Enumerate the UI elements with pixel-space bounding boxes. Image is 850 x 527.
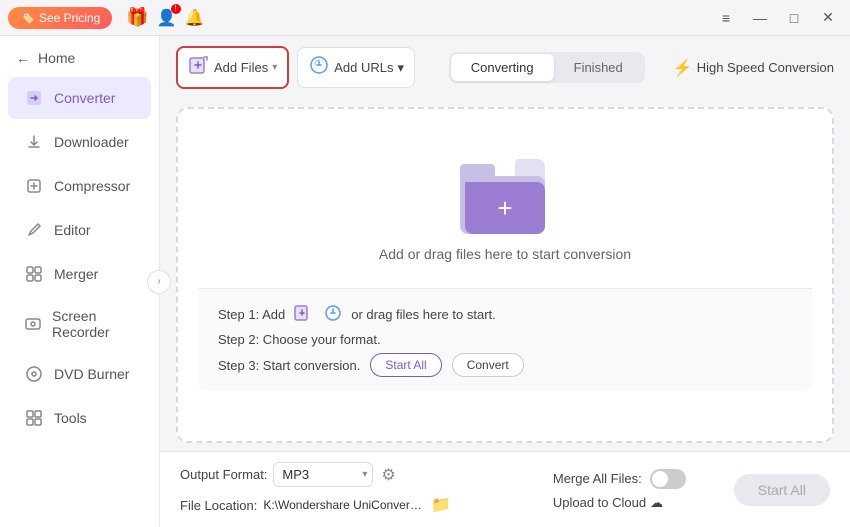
drop-area-container: + Add or drag files here to start conver… [160,99,850,451]
merge-all-toggle[interactable] [650,469,686,489]
add-file-chevron-icon: ▾ [272,62,277,73]
step3-row: Step 3: Start conversion. Start All Conv… [218,353,792,377]
tools-label: Tools [54,410,87,426]
step2-row: Step 2: Choose your format. [218,332,792,347]
step1-url-icon [323,303,343,326]
file-location-value: K:\Wondershare UniConverter 1 [263,498,423,512]
step3-start-all-button[interactable]: Start All [370,353,441,377]
drop-label: Add or drag files here to start conversi… [379,246,631,262]
drop-visual: + Add or drag files here to start conver… [379,159,631,278]
upload-cloud-button[interactable]: Upload to Cloud ☁ [553,495,686,511]
screen-recorder-icon [24,314,42,334]
converter-icon [24,88,44,108]
add-file-icon [188,54,210,81]
pricing-icon: 🏷️ [20,11,35,25]
main-content: Add Files ▾ Add URLs ▾ Converting [160,36,850,527]
upload-cloud-label: Upload to Cloud [553,495,646,510]
sidebar-item-editor[interactable]: Editor [8,209,151,251]
sidebar-item-converter[interactable]: Converter [8,77,151,119]
user-icon[interactable]: 👤! [157,8,177,28]
app-body: ← Home Converter Downloader [0,36,850,527]
step3-convert-button[interactable]: Convert [452,353,524,377]
back-arrow-icon: ← [16,50,30,66]
step1-suffix: or drag files here to start. [351,307,496,322]
sidebar-item-merger[interactable]: Merger [8,253,151,295]
add-url-icon [308,54,330,81]
sidebar: ← Home Converter Downloader [0,36,160,527]
sidebar-item-screen-recorder[interactable]: Screen Recorder [8,297,151,351]
finished-tab[interactable]: Finished [554,54,643,81]
bottom-right: Merge All Files: Upload to Cloud ☁ [553,469,686,511]
bottom-bar: Output Format: MP3 MP4 AVI MOV ▾ ⚙ File … [160,451,850,527]
editor-icon [24,220,44,240]
add-url-label: Add URLs [334,60,393,75]
step3-text: Step 3: Start conversion. [218,358,360,373]
cloud-icon: ☁ [650,495,663,511]
high-speed-button[interactable]: ⚡ High Speed Conversion [673,58,834,78]
file-location-label: File Location: [180,498,257,513]
menu-icon[interactable]: ≡ [712,4,740,32]
compressor-label: Compressor [54,178,130,194]
output-format-field: Output Format: MP3 MP4 AVI MOV ▾ ⚙ [180,462,453,487]
compressor-icon [24,176,44,196]
merge-all-label: Merge All Files: [553,471,642,486]
start-all-button[interactable]: Start All [734,474,830,506]
bell-icon[interactable]: 🔔 [185,8,205,28]
file-location-browse-button[interactable]: 📁 [429,493,453,517]
sidebar-collapse-button[interactable]: › [147,270,171,294]
file-location-row: File Location: K:\Wondershare UniConvert… [180,493,453,517]
merger-label: Merger [54,266,98,282]
gift-icon[interactable]: 🎁 [126,7,148,28]
maximize-button[interactable]: □ [780,4,808,32]
title-bar: 🏷️ See Pricing 🎁 👤! 🔔 ≡ — □ ✕ [0,0,850,36]
step1-row: Step 1: Add [218,303,792,326]
window-controls: ≡ — □ ✕ [712,4,842,32]
output-format-select[interactable]: MP3 MP4 AVI MOV [273,462,373,487]
dvd-burner-label: DVD Burner [54,366,129,382]
drop-area[interactable]: + Add or drag files here to start conver… [176,107,834,443]
bottom-actions: Start All [718,474,830,506]
merger-icon [24,264,44,284]
bottom-left: Output Format: MP3 MP4 AVI MOV ▾ ⚙ File … [180,462,453,517]
editor-label: Editor [54,222,91,238]
lightning-icon: ⚡ [673,58,693,78]
toolbar: Add Files ▾ Add URLs ▾ Converting [160,36,850,99]
see-pricing-label: See Pricing [39,11,100,25]
dvd-burner-icon [24,364,44,384]
output-format-settings-button[interactable]: ⚙ [379,463,397,487]
step1-add-icon [293,303,313,326]
title-bar-left: 🏷️ See Pricing 🎁 👤! 🔔 [8,7,712,29]
downloader-label: Downloader [54,134,129,150]
screen-recorder-label: Screen Recorder [52,308,135,340]
add-file-label: Add Files [214,60,268,75]
see-pricing-button[interactable]: 🏷️ See Pricing [8,7,112,29]
step1-text: Step 1: Add [218,307,285,322]
folder-icon: + [460,159,550,234]
steps-section: Step 1: Add [198,288,812,391]
merge-section: Merge All Files: [553,469,686,489]
close-button[interactable]: ✕ [814,4,842,32]
output-format-select-wrapper: MP3 MP4 AVI MOV ▾ [273,462,373,487]
add-url-button[interactable]: Add URLs ▾ [297,47,415,88]
home-label: Home [38,50,75,66]
sidebar-item-dvd-burner[interactable]: DVD Burner [8,353,151,395]
high-speed-label: High Speed Conversion [697,60,834,75]
tab-switcher: Converting Finished [449,52,645,83]
sidebar-item-tools[interactable]: Tools [8,397,151,439]
add-file-button[interactable]: Add Files ▾ [176,46,289,89]
downloader-icon [24,132,44,152]
add-url-chevron-icon: ▾ [397,60,404,76]
step2-text: Step 2: Choose your format. [218,332,381,347]
converter-label: Converter [54,90,115,106]
output-format-label: Output Format: [180,467,267,482]
sidebar-item-downloader[interactable]: Downloader [8,121,151,163]
tools-icon [24,408,44,428]
converting-tab[interactable]: Converting [451,54,554,81]
minimize-button[interactable]: — [746,4,774,32]
sidebar-item-home[interactable]: ← Home [0,40,159,76]
sidebar-item-compressor[interactable]: Compressor [8,165,151,207]
